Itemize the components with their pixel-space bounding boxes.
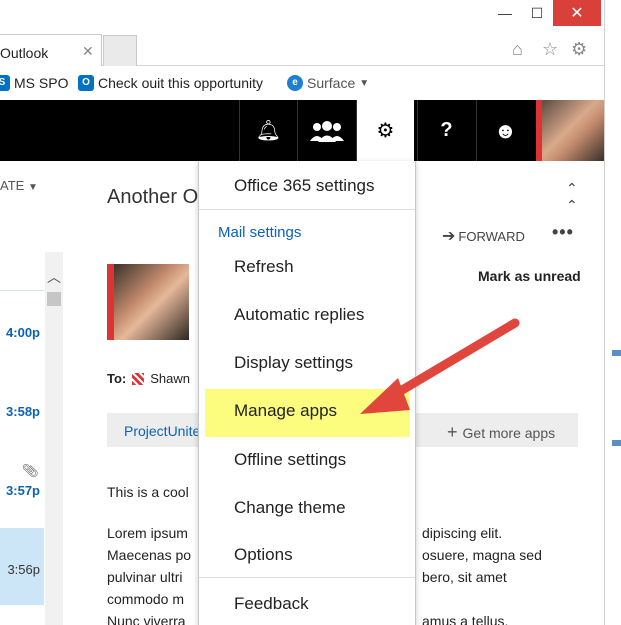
minimize-button[interactable]: — xyxy=(490,0,520,26)
message-time[interactable]: 4:00p xyxy=(0,325,40,340)
settings-gear-icon[interactable]: ⚙ xyxy=(571,39,587,60)
list-divider xyxy=(0,290,44,291)
to-label: To: xyxy=(107,371,127,386)
body-line-right: dipiscing elit. xyxy=(422,525,503,541)
body-line: Lorem ipsum xyxy=(107,525,188,541)
tab-outlook[interactable]: Outlook ✕ xyxy=(0,34,102,66)
forward-button[interactable]: ➔ FORWARD xyxy=(442,226,525,246)
to-line: To: Shawn xyxy=(107,371,190,386)
menu-heading-mail-settings: Mail settings xyxy=(218,224,302,241)
app-link[interactable]: ProjectUnite xyxy=(124,423,199,439)
menu-item-options[interactable]: Options xyxy=(234,545,293,565)
body-line: This is a cool xyxy=(107,484,189,500)
home-icon[interactable]: ⌂ xyxy=(512,39,523,60)
settings-menu: Office 365 settings Mail settings Refres… xyxy=(198,161,416,625)
message-time[interactable]: 3:58p xyxy=(0,404,40,419)
favorites-star-icon[interactable]: ☆ xyxy=(542,39,558,60)
menu-item-feedback[interactable]: Feedback xyxy=(234,594,309,614)
background-window-fragment xyxy=(612,350,621,356)
favorite-label: Check ouit this opportunity xyxy=(98,75,263,91)
more-actions-icon[interactable]: ••• xyxy=(552,222,574,243)
favorite-opportunity[interactable]: O Check ouit this opportunity xyxy=(78,75,263,91)
browser-tabbar: Outlook ✕ ⌂ ☆ ⚙ xyxy=(0,30,604,66)
favorite-label: MS SPO xyxy=(14,75,69,91)
window-right-edge xyxy=(604,0,621,625)
menu-item-manage-apps[interactable]: Manage apps xyxy=(234,401,337,421)
sender-avatar xyxy=(107,264,189,340)
favorite-ms-spo[interactable]: S MS SPO xyxy=(0,75,68,91)
window-titlebar: — ☐ ✕ xyxy=(0,0,621,30)
owa-header: 🔔︎ ⚙ ? ☻ xyxy=(0,100,604,161)
message-list-scrollbar[interactable]: ︿ xyxy=(45,252,63,625)
tab-close-icon[interactable]: ✕ xyxy=(82,43,94,60)
get-more-apps-button[interactable]: + Get more apps xyxy=(447,422,555,443)
sharepoint-icon: S xyxy=(0,75,10,91)
paperclip-icon: 📎︎ xyxy=(22,463,39,478)
avatar[interactable] xyxy=(536,100,604,161)
chevron-down-icon: ▼ xyxy=(27,182,38,193)
close-window-button[interactable]: ✕ xyxy=(553,0,601,26)
maximize-button[interactable]: ☐ xyxy=(522,0,552,26)
body-line: Maecenas po xyxy=(107,547,192,563)
body-line-right: amus a tellus. xyxy=(422,613,509,625)
get-more-apps-label: Get more apps xyxy=(462,424,556,441)
favorite-surface[interactable]: e Surface ▼ xyxy=(287,75,369,91)
menu-divider xyxy=(199,577,415,578)
new-tab-button[interactable] xyxy=(103,35,137,66)
menu-item-offline-settings[interactable]: Offline settings xyxy=(234,450,346,470)
body-line: Nunc viverra xyxy=(107,613,186,625)
message-time[interactable]: 3:56p xyxy=(0,562,40,577)
favorite-label: Surface xyxy=(307,75,356,91)
menu-divider xyxy=(199,209,415,210)
sort-dropdown[interactable]: ATE ▼ xyxy=(0,178,38,193)
scroll-thumb[interactable] xyxy=(47,292,61,306)
body-line-right: bero, sit amet xyxy=(422,569,507,585)
forward-label: FORWARD xyxy=(458,228,525,244)
help-icon[interactable]: ? xyxy=(417,100,475,161)
ie-icon: e xyxy=(287,75,303,91)
plus-icon: + xyxy=(447,422,458,442)
menu-item-automatic-replies[interactable]: Automatic replies xyxy=(234,305,364,325)
body-line-right: osuere, magna sed xyxy=(422,547,542,563)
background-window-fragment xyxy=(612,440,621,446)
chevron-down-icon: ▼ xyxy=(359,77,370,89)
gear-icon[interactable]: ⚙ xyxy=(356,100,414,161)
body-line: commodo m xyxy=(107,591,185,607)
arrow-right-icon: ➔ xyxy=(442,228,456,245)
tab-title: Outlook xyxy=(0,45,49,61)
scroll-up-icon[interactable]: ︿ xyxy=(45,267,63,287)
sort-label: ATE xyxy=(0,178,25,193)
menu-item-display-settings[interactable]: Display settings xyxy=(234,353,353,373)
collapse-icon[interactable]: ⌃ ⌃ xyxy=(566,180,578,214)
menu-item-refresh[interactable]: Refresh xyxy=(234,257,294,277)
menu-item-office365-settings[interactable]: Office 365 settings xyxy=(234,176,375,196)
body-line: pulvinar ultri xyxy=(107,569,183,585)
message-time[interactable]: 3:57p xyxy=(0,483,40,498)
bell-icon[interactable]: 🔔︎ xyxy=(239,100,297,161)
people-glyph xyxy=(309,120,344,142)
recipient-flag-icon xyxy=(132,372,145,385)
people-icon[interactable] xyxy=(297,100,355,161)
message-subject: Another O xyxy=(107,186,199,208)
mark-as-unread-button[interactable]: Mark as unread xyxy=(478,268,581,284)
outlook-icon: O xyxy=(78,75,94,91)
favorites-bar: S MS SPO O Check ouit this opportunity e… xyxy=(0,66,604,100)
smiley-icon[interactable]: ☻ xyxy=(476,100,534,161)
recipient-name[interactable]: Shawn xyxy=(150,371,190,386)
menu-item-change-theme[interactable]: Change theme xyxy=(234,498,346,518)
